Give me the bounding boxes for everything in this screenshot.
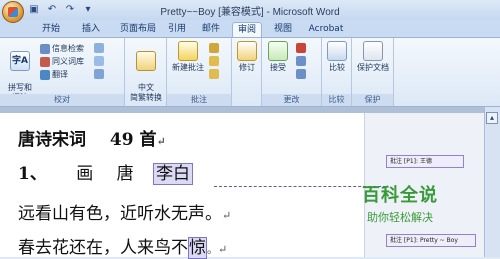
previous-change-icon xyxy=(296,56,306,66)
group-label-compare: 比较 xyxy=(322,94,351,106)
research-label: 信息检索 xyxy=(52,44,84,53)
next-comment-icon xyxy=(209,69,219,79)
spelling-icon: 字A xyxy=(10,51,30,71)
previous-change-button[interactable] xyxy=(296,56,306,66)
verse-2-text: 春去花还在，人来鸟不 xyxy=(18,238,188,258)
tab-page-layout[interactable]: 页面布局 xyxy=(112,22,164,37)
ribbon-tabs: 开始 插入 页面布局 引用 邮件 审阅 视图 Acrobat xyxy=(0,20,500,37)
track-changes-button[interactable]: 修订 xyxy=(234,41,260,73)
doc-line-verse-2: 春去花还在，人来鸟不惊。↵ xyxy=(18,233,228,259)
translate-label: 翻译 xyxy=(52,70,68,79)
compare-icon xyxy=(327,41,347,61)
next-change-button[interactable] xyxy=(296,69,306,79)
tab-review[interactable]: 审阅 xyxy=(232,22,262,37)
tab-view[interactable]: 视图 xyxy=(268,22,298,37)
comment-balloon-1[interactable]: 批注 [P1]: 王德 xyxy=(386,155,464,168)
tab-acrobat[interactable]: Acrobat xyxy=(306,22,346,37)
translate-button[interactable]: 翻译 xyxy=(40,69,68,80)
commented-verse-char[interactable]: 惊 xyxy=(188,237,207,259)
view-ruler-icon[interactable]: ▴ xyxy=(486,112,498,124)
watermark-main-text: 百科全说 xyxy=(362,185,438,206)
reject-icon xyxy=(296,43,306,53)
protect-document-label: 保护文档 xyxy=(357,63,389,72)
paragraph-mark: ↵ xyxy=(156,135,166,148)
doc-poem-title-b: 唐 xyxy=(116,164,134,184)
office-logo-icon xyxy=(8,7,18,17)
tab-home[interactable]: 开始 xyxy=(36,22,66,37)
title-bar: ▣ ↶ ↷ ▾ Pretty~~Boy [兼容模式] - Microsoft W… xyxy=(0,0,500,23)
group-chinese-conversion: 中文 简繁转换 xyxy=(125,38,167,106)
group-label-proofing: 校对 xyxy=(0,94,124,106)
research-icon xyxy=(40,43,50,54)
group-tracking: 修订 xyxy=(232,38,262,106)
new-comment-label: 新建批注 xyxy=(172,63,204,72)
previous-comment-icon xyxy=(209,56,219,66)
doc-poem-count: 49 首 xyxy=(109,130,157,150)
tab-insert[interactable]: 插入 xyxy=(76,22,106,37)
research-button[interactable]: 信息检索 xyxy=(40,43,84,54)
paragraph-mark: 。↵ xyxy=(207,243,228,256)
paragraph-mark: ↵ xyxy=(222,209,232,222)
compare-label: 比较 xyxy=(329,63,345,72)
thesaurus-button[interactable]: 同义词库 xyxy=(40,56,84,67)
office-button[interactable] xyxy=(2,1,24,23)
ime-icon xyxy=(94,69,104,79)
group-changes: 接受 更改 xyxy=(262,38,322,106)
doc-line-verse-1: 远看山有色，近听水无声。↵ xyxy=(18,199,231,224)
verse-1-text: 远看山有色，近听水无声。 xyxy=(18,204,222,224)
track-changes-label: 修订 xyxy=(239,63,255,72)
doc-line-title: 唐诗宋词 49 首↵ xyxy=(18,125,166,150)
doc-title-text: 唐诗宋词 xyxy=(18,130,86,150)
language-icon xyxy=(94,56,104,66)
doc-poem-number: 1、 xyxy=(18,164,47,184)
group-comments: 新建批注 批注 xyxy=(167,38,232,106)
track-changes-icon xyxy=(237,41,257,61)
group-protect: 保护文档 保护 xyxy=(352,38,394,106)
comment-balloon-2[interactable]: 批注 [P1]: Pretty ~ Boy xyxy=(386,234,476,247)
window-title: Pretty~~Boy [兼容模式] - Microsoft Word xyxy=(160,7,340,18)
protect-document-button[interactable]: 保护文档 xyxy=(354,41,392,73)
group-compare: 比较 比较 xyxy=(322,38,352,106)
ime-button[interactable] xyxy=(94,69,104,79)
delete-comment-icon xyxy=(209,43,219,53)
vertical-scrollbar[interactable] xyxy=(484,107,500,257)
tab-references[interactable]: 引用 xyxy=(164,22,190,37)
group-proofing: 字A 拼写和 语法 信息检索 同义词库 翻译 校对 xyxy=(0,38,125,106)
compare-button[interactable]: 比较 xyxy=(324,41,350,73)
chinese-conversion-label: 中文 简繁转换 xyxy=(130,83,162,102)
word-count-icon xyxy=(94,43,104,53)
chinese-conversion-icon xyxy=(136,51,156,71)
watermark-sub-text: 助你轻松解决 xyxy=(367,211,433,224)
previous-comment-button[interactable] xyxy=(209,56,219,66)
reject-button[interactable] xyxy=(296,43,306,53)
ribbon: 字A 拼写和 语法 信息检索 同义词库 翻译 校对 中文 简繁转换 新建批注 xyxy=(0,37,500,107)
accept-label: 接受 xyxy=(270,63,286,72)
word-count-button[interactable] xyxy=(94,43,104,53)
group-label-comments: 批注 xyxy=(167,94,231,106)
next-change-icon xyxy=(296,69,306,79)
doc-line-poem-heading: 1、 画 唐 李白 xyxy=(18,159,194,185)
delete-comment-button[interactable] xyxy=(209,43,219,53)
group-label-changes: 更改 xyxy=(262,94,321,106)
tab-mailings[interactable]: 邮件 xyxy=(198,22,224,37)
chinese-conversion-button[interactable]: 中文 简繁转换 xyxy=(128,41,164,103)
group-label-protect: 保护 xyxy=(352,94,393,106)
watermark: 百科全说 助你轻松解决 xyxy=(336,181,464,229)
doc-poem-title-a: 画 xyxy=(76,164,94,184)
thesaurus-label: 同义词库 xyxy=(52,57,84,66)
document-page[interactable]: 唐诗宋词 49 首↵ 1、 画 唐 李白 远看山有色，近听水无声。↵ 春去花还在… xyxy=(0,113,364,259)
lock-icon xyxy=(363,41,383,61)
set-language-button[interactable] xyxy=(94,56,104,66)
accept-button[interactable]: 接受 xyxy=(264,41,292,73)
thesaurus-icon xyxy=(40,56,50,67)
new-comment-icon xyxy=(178,41,198,61)
new-comment-button[interactable]: 新建批注 xyxy=(170,41,206,73)
commented-author-text[interactable]: 李白 xyxy=(153,163,194,185)
next-comment-button[interactable] xyxy=(209,69,219,79)
translate-icon xyxy=(40,69,50,80)
accept-icon xyxy=(268,41,288,61)
